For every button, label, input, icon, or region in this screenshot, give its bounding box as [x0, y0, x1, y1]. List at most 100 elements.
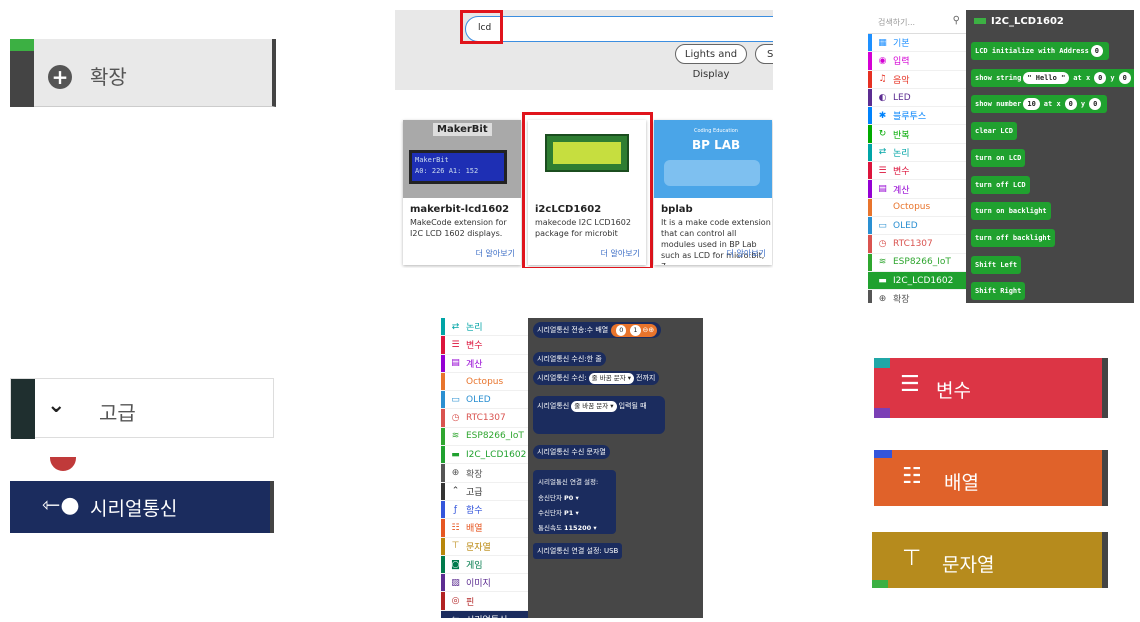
- extension-card-makerbit[interactable]: MakerBit MakerBit A0: 226 A1: 152 makerb…: [403, 120, 521, 265]
- toolbox-item-확장[interactable]: ⊕ 확장: [868, 290, 966, 303]
- category-color-bar: [441, 372, 445, 391]
- toolbox-item-i2c-lcd1602[interactable]: ▬ I2C_LCD1602: [868, 271, 966, 291]
- toolbox-item-논리[interactable]: ⇄ 논리: [868, 143, 966, 163]
- toggle-icon: ◐: [878, 92, 887, 103]
- toolbox-item-게임[interactable]: ◙ 게임: [441, 555, 528, 575]
- partial-category-above: [10, 457, 274, 481]
- toolbox-item-반복[interactable]: ↻ 반복: [868, 125, 966, 144]
- toolbox-item-계산[interactable]: ▤ 계산: [868, 180, 966, 199]
- extension-card-bplab[interactable]: Coding Education BP LAB bplab It is a ma…: [654, 120, 772, 265]
- toolbox-item-oled[interactable]: ▭ OLED: [868, 216, 966, 236]
- baud-dropdown[interactable]: 115200 ▾: [564, 524, 597, 532]
- arrays-category-block[interactable]: ☷ 배열: [874, 450, 1108, 506]
- text-category-block[interactable]: ⊤ 문자열: [872, 532, 1108, 588]
- arrays-label: 배열: [944, 472, 979, 494]
- lcd-block-show-number[interactable]: show number 10 at x0y0: [971, 95, 1108, 114]
- block-input-slot[interactable]: 0: [1089, 98, 1102, 111]
- search-field[interactable]: 검색하기... ⚲: [868, 10, 966, 34]
- toolbox-item-핀[interactable]: ◎ 핀: [441, 592, 528, 611]
- serial-redirect-usb-block[interactable]: 시리얼통신 연결 설정: USB: [533, 543, 623, 559]
- lcd-block-turn-on-lcd[interactable]: turn on LCD: [971, 148, 1026, 167]
- toolbox-item-함수[interactable]: ƒ 함수: [441, 500, 528, 520]
- lcd-block-turn-off-lcd[interactable]: turn off LCD: [971, 175, 1030, 194]
- toolbox-item-이미지[interactable]: ▨ 이미지: [441, 574, 528, 593]
- block-input-slot[interactable]: 10: [1023, 98, 1040, 111]
- toolbox-item-rtc1307[interactable]: ◷ RTC1307: [868, 235, 966, 254]
- array-value-0[interactable]: 0: [616, 324, 627, 336]
- block-input-slot[interactable]: " Hello ": [1023, 71, 1070, 84]
- block-input-slot[interactable]: 0: [1090, 45, 1104, 57]
- tx-dropdown[interactable]: P0 ▾: [564, 494, 579, 502]
- variables-category-block[interactable]: ☰ 변수: [874, 358, 1108, 418]
- block-input-slot[interactable]: 0: [1118, 71, 1131, 84]
- toolbox-item-입력[interactable]: ◉ 입력: [868, 52, 966, 71]
- toolbox-item-rtc1307[interactable]: ◷ RTC1307: [441, 409, 528, 428]
- block-input-slot[interactable]: 0: [1094, 71, 1107, 84]
- toolbox-item-문자열[interactable]: ⊤ 문자열: [441, 537, 528, 556]
- category-color-bar: [11, 379, 35, 439]
- toolbox-item-기본[interactable]: ▦ 기본: [868, 34, 966, 53]
- serial-category-button[interactable]: ⇽● 시리얼통신: [10, 481, 274, 533]
- serial-on-data-event-block[interactable]: 시리얼통신 줄 바꿈 문자 ▾ 입력될 때: [533, 396, 665, 434]
- toolbox-item-계산[interactable]: ▤ 계산: [441, 354, 528, 373]
- category-color-bar: [868, 180, 872, 198]
- toolbox-item-확장[interactable]: ⊕ 확장: [441, 464, 528, 483]
- serial-read-line-block[interactable]: 시리얼통신 수신:한 줄: [533, 352, 606, 366]
- block-label: 시리얼통신: [537, 402, 570, 410]
- lcd-block-show-string[interactable]: show string " Hello " at x0y0: [971, 68, 1134, 87]
- toolbox-item-고급[interactable]: ⌃ 고급: [441, 482, 528, 501]
- lcd-line-2: A0: 226 A1: 152: [415, 167, 479, 175]
- toolbox-item-label: 계산: [893, 185, 910, 196]
- lcd-block-clear-lcd[interactable]: clear LCD: [971, 122, 1017, 141]
- toolbox-item-octopus[interactable]: Octopus: [868, 198, 966, 217]
- search-input[interactable]: lcd: [465, 16, 773, 42]
- rx-dropdown[interactable]: P1 ▾: [564, 509, 579, 517]
- lcd-block-shift-right[interactable]: Shift Right: [971, 282, 1026, 301]
- card-more-link[interactable]: 더 알아보기: [476, 248, 515, 259]
- array-value-1[interactable]: 1: [630, 324, 641, 336]
- category-color-bar: [868, 162, 872, 180]
- block-input-slot[interactable]: 0: [1064, 98, 1077, 111]
- toolbox-item-변수[interactable]: ☰ 변수: [441, 336, 528, 355]
- toolbox-item-octopus[interactable]: Octopus: [441, 372, 528, 392]
- text-icon: ⊤: [902, 546, 922, 571]
- toolbox-item-변수[interactable]: ☰ 변수: [868, 162, 966, 181]
- search-placeholder: 검색하기...: [878, 18, 916, 27]
- toolbox-item-label: 변수: [893, 167, 910, 178]
- delimiter-dropdown[interactable]: 줄 바꿈 문자 ▾: [588, 372, 635, 384]
- toolbox-item-esp8266-iot[interactable]: ≋ ESP8266_IoT: [868, 253, 966, 272]
- card-title: bplab: [661, 204, 693, 215]
- toolbox-item-시리얼통신[interactable]: ⇽ 시리얼통신: [441, 610, 528, 618]
- array-icon: ☷: [451, 522, 460, 533]
- toolbox-item-블루투스[interactable]: ✱ 블루투스: [868, 107, 966, 126]
- toolbox-item-oled[interactable]: ▭ OLED: [441, 391, 528, 410]
- advanced-category-button[interactable]: ⌄ 고급: [10, 378, 274, 439]
- list-icon: ☰: [878, 165, 887, 176]
- serial-write-numbers-block[interactable]: 시리얼통신 전송:수 배열 0 1 ⊖ ⊕: [533, 322, 662, 338]
- serial-read-string-block[interactable]: 시리얼통신 수신 문자열: [533, 445, 610, 459]
- lcd-block-turn-on-backlight[interactable]: turn on backlight: [971, 202, 1051, 221]
- card-more-link[interactable]: 더 알아보기: [727, 248, 766, 259]
- toolbox-item-i2c-lcd1602[interactable]: ▬ I2C_LCD1602: [441, 446, 528, 465]
- delimiter-dropdown[interactable]: 줄 바꿈 문자 ▾: [571, 400, 617, 412]
- toolbox-item-esp8266-iot[interactable]: ≋ ESP8266_IoT: [441, 427, 528, 447]
- lcd-block-shift-left[interactable]: Shift Left: [971, 255, 1022, 274]
- toolbox-item-음악[interactable]: ♫ 음악: [868, 70, 966, 89]
- serial-read-until-block[interactable]: 시리얼통신 수신: 줄 바꿈 문자 ▾ 전까지: [533, 371, 660, 385]
- tag-software[interactable]: Sof: [755, 44, 773, 64]
- list-icon: ☰: [451, 339, 460, 350]
- lcd-block-lcd-initialize-with-address[interactable]: LCD initialize with Address 0: [971, 42, 1110, 60]
- tag-lights-display[interactable]: Lights and Display: [675, 44, 747, 80]
- toolbox-item-논리[interactable]: ⇄ 논리: [441, 318, 528, 337]
- card-small-caption: Coding Education: [694, 128, 738, 134]
- category-color-bar: [441, 610, 445, 618]
- serial-redirect-block[interactable]: 시리얼통신 연결 설정: 송신단자 P0 ▾ 수신단자 P1 ▾ 통신속도 11…: [533, 470, 616, 534]
- toolbox-item-led[interactable]: ◐ LED: [868, 88, 966, 108]
- toolbox-item-배열[interactable]: ☷ 배열: [441, 519, 528, 538]
- category-color-bar: [441, 574, 445, 592]
- add-item-icon[interactable]: ⊕: [648, 326, 654, 334]
- extension-category-button[interactable]: + 확장: [10, 39, 276, 107]
- toolbox-item-label: 고급: [466, 487, 483, 498]
- toolbox-item-label: RTC1307: [466, 413, 506, 424]
- lcd-block-turn-off-backlight[interactable]: turn off backlight: [971, 228, 1055, 247]
